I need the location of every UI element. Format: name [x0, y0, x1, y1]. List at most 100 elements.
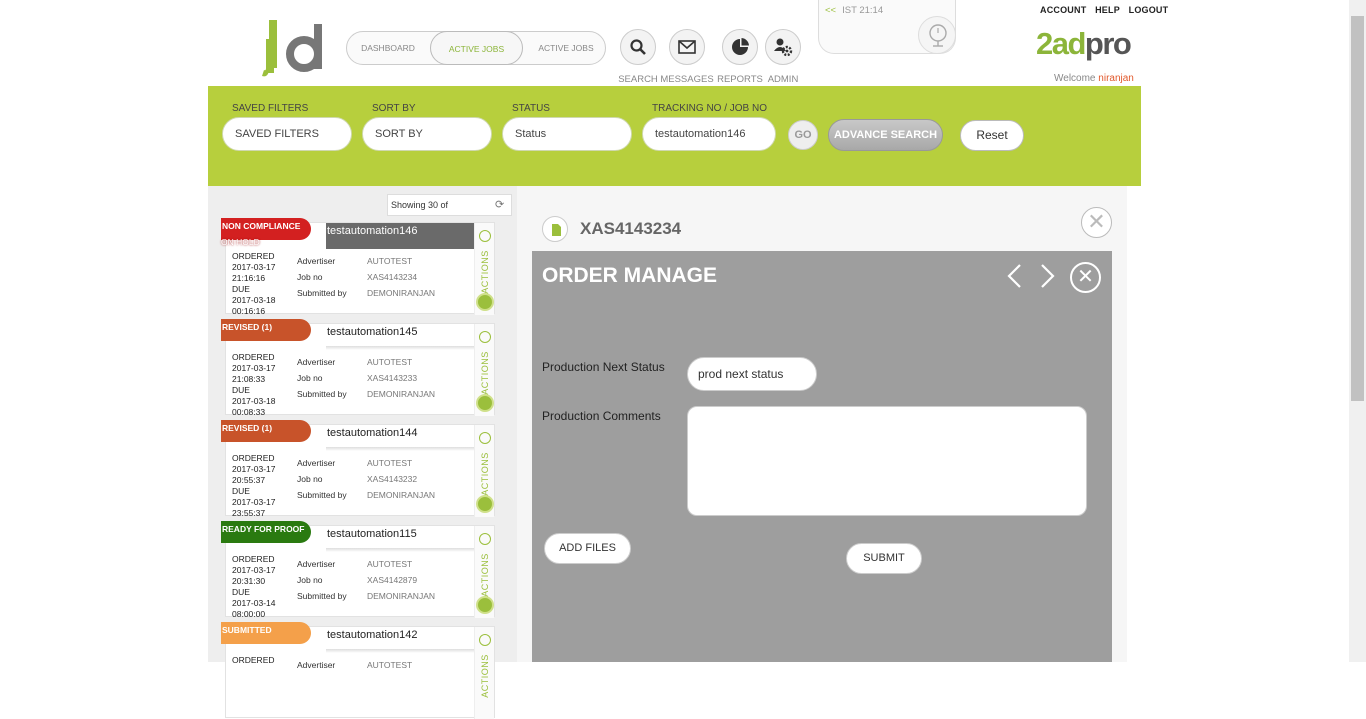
status-badge: REVISED (1)	[221, 319, 311, 341]
jobno-value: XAS4142879	[367, 575, 418, 585]
job-meta: Advertiser AUTOTEST Job no XAS4142879 Submit…	[297, 556, 435, 604]
advertiser-label: Advertiser	[297, 660, 336, 670]
submit-button[interactable]: SUBMIT	[846, 543, 922, 574]
actions-menu-icon[interactable]	[476, 293, 494, 311]
account-links: ACCOUNT HELP LOGOUT	[1040, 5, 1174, 15]
actions-label[interactable]: ACTIONS	[480, 450, 490, 498]
help-link[interactable]: HELP	[1095, 5, 1120, 15]
next-status-label: Production Next Status	[542, 360, 665, 374]
actions-sidebar[interactable]: ACTIONS	[474, 526, 494, 618]
ordered-date: 2017-03-17 21:16:16	[232, 262, 276, 283]
document-icon[interactable]	[479, 634, 491, 646]
submitted-label: Submitted by	[297, 591, 347, 601]
main-nav: DASHBOARD ACTIVE JOBS ACTIVE JOBS	[346, 31, 606, 65]
logout-link[interactable]: LOGOUT	[1129, 5, 1169, 15]
tracking-label: TRACKING NO / JOB NO	[652, 103, 768, 114]
add-files-button[interactable]: ADD FILES	[544, 533, 631, 564]
advertiser-label: Advertiser	[297, 458, 336, 468]
title-divider	[326, 649, 476, 653]
tab-active-jobs[interactable]: ACTIVE JOBS	[430, 31, 523, 65]
jobno-label: Job no	[297, 373, 323, 383]
actions-label[interactable]: ACTIONS	[480, 551, 490, 599]
clock-time: IST 21:14	[842, 5, 884, 16]
job-title[interactable]: testautomation146	[326, 223, 476, 249]
document-icon[interactable]	[479, 331, 491, 343]
jobno-label: Job no	[297, 474, 323, 484]
job-card[interactable]: testautomation115 READY FOR PROOF ORDERED 2…	[221, 521, 495, 620]
reset-button[interactable]: Reset	[960, 120, 1024, 151]
showing-count: Showing 30 of	[387, 194, 512, 216]
advertiser-label: Advertiser	[297, 357, 336, 367]
close-order-button[interactable]: ✕	[1070, 262, 1101, 293]
status-badge: SUBMITTED	[221, 622, 311, 644]
go-button[interactable]: GO	[788, 120, 818, 150]
jd-logo[interactable]	[262, 20, 326, 78]
job-card[interactable]: testautomation144 REVISED (1) ORDERED 2017-…	[221, 420, 495, 519]
advertiser-label: Advertiser	[297, 256, 336, 266]
ordered-label: ORDERED	[232, 352, 275, 362]
tracking-input[interactable]: testautomation146	[642, 117, 776, 151]
job-dates: ORDERED 2017-03-17 20:31:30 DUE 2017-03-14 …	[232, 554, 288, 620]
next-arrow-icon[interactable]	[1038, 262, 1058, 297]
username[interactable]: niranjan	[1098, 73, 1134, 84]
prev-arrow-icon[interactable]	[1004, 262, 1024, 297]
actions-sidebar[interactable]: ACTIONS	[474, 223, 494, 315]
document-icon[interactable]	[479, 432, 491, 444]
advance-search-button[interactable]: ADVANCE SEARCH	[828, 119, 943, 151]
actions-label[interactable]: ACTIONS	[480, 248, 490, 296]
job-dates: ORDERED 2017-03-17 21:16:16 DUE 2017-03-18 …	[232, 251, 288, 317]
globe-clock-icon[interactable]	[918, 16, 956, 54]
sort-by-label: SORT BY	[372, 103, 416, 114]
actions-menu-icon[interactable]	[476, 394, 494, 412]
tab-dashboard[interactable]: DASHBOARD	[347, 32, 429, 64]
actions-sidebar[interactable]: ACTIONS	[474, 627, 494, 719]
actions-menu-icon[interactable]	[476, 495, 494, 513]
ordered-label: ORDERED	[232, 554, 275, 564]
sort-by-select[interactable]: SORT BY	[362, 117, 492, 151]
collapse-arrows[interactable]: <<	[825, 5, 836, 16]
jobno-value: XAS4143233	[367, 373, 418, 383]
jobno-label: Job no	[297, 575, 323, 585]
title-divider	[326, 447, 476, 451]
search-button[interactable]	[620, 29, 656, 65]
due-label: DUE	[232, 587, 250, 597]
search-icon	[630, 39, 646, 55]
job-card[interactable]: testautomation146 NON COMPLIANCE ON HOLD OR…	[221, 218, 495, 317]
advertiser-value: AUTOTEST	[367, 458, 413, 468]
messages-button[interactable]	[669, 29, 705, 65]
saved-filters-label: SAVED FILTERS	[232, 103, 309, 114]
tab-active-jobs-2[interactable]: ACTIVE JOBS	[525, 32, 607, 64]
actions-label[interactable]: ACTIONS	[480, 652, 490, 700]
status-select[interactable]: Status	[502, 117, 632, 151]
next-status-select[interactable]: prod next status	[687, 357, 817, 391]
reports-button[interactable]	[722, 29, 758, 65]
admin-button[interactable]	[765, 29, 801, 65]
comments-textarea[interactable]	[687, 406, 1087, 516]
document-icon[interactable]	[479, 533, 491, 545]
close-detail-button[interactable]: ✕	[1081, 207, 1112, 238]
users-gear-icon	[774, 38, 793, 57]
account-link[interactable]: ACCOUNT	[1040, 5, 1086, 15]
refresh-icon[interactable]: ⟳	[495, 198, 504, 211]
actions-sidebar[interactable]: ACTIONS	[474, 425, 494, 517]
due-label: DUE	[232, 284, 250, 294]
advertiser-value: AUTOTEST	[367, 256, 413, 266]
document-icon[interactable]	[479, 230, 491, 242]
job-dates: ORDERED 2017-03-17 20:55:37 DUE 2017-03-17 …	[232, 453, 288, 519]
actions-label[interactable]: ACTIONS	[480, 349, 490, 397]
welcome-text: Welcome niranjan	[1054, 73, 1134, 84]
submitted-value: DEMONIRANJAN	[367, 490, 436, 500]
job-card[interactable]: testautomation142 SUBMITTED ORDERED Adverti…	[221, 622, 495, 719]
document-icon	[542, 216, 568, 242]
due-label: DUE	[232, 486, 250, 496]
advertiser-value: AUTOTEST	[367, 559, 413, 569]
saved-filters-select[interactable]: SAVED FILTERS	[222, 117, 352, 151]
job-card[interactable]: testautomation145 REVISED (1) ORDERED 2017-…	[221, 319, 495, 417]
actions-menu-icon[interactable]	[476, 596, 494, 614]
actions-sidebar[interactable]: ACTIONS	[474, 324, 494, 416]
scrollbar-thumb[interactable]	[1351, 16, 1364, 401]
brand-part-1: 2ad	[1036, 26, 1086, 61]
due-date: 2017-03-17 23:55:37	[232, 497, 276, 518]
ordered-label: ORDERED	[232, 655, 275, 665]
ordered-date: 2017-03-17 20:55:37	[232, 464, 276, 485]
